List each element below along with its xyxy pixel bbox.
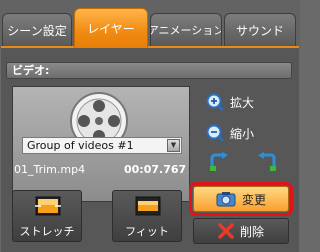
stretch-label: ストレッチ (19, 225, 75, 238)
video-preview[interactable]: Group of videos #1 ▼ (12, 86, 190, 202)
zoom-in-button[interactable]: 拡大 (206, 91, 254, 113)
video-group-value: Group of videos #1 (27, 139, 134, 152)
stretch-icon (35, 196, 61, 216)
delete-button[interactable]: 削除 (193, 218, 289, 244)
tab-bar: シーン設定 レイヤー アニメーション サウンド (0, 0, 300, 48)
change-button[interactable]: 変更 (189, 182, 293, 216)
fit-icon (135, 196, 161, 216)
tab-layer[interactable]: レイヤー (74, 8, 148, 48)
tab-scene-settings[interactable]: シーン設定 (2, 13, 72, 46)
change-label: 変更 (241, 192, 266, 207)
zoom-out-label: 縮小 (230, 126, 255, 141)
video-group-select[interactable]: Group of videos #1 ▼ (22, 137, 182, 154)
video-duration: 00:07.767 (124, 163, 187, 176)
zoom-in-label: 拡大 (230, 95, 255, 110)
zoom-out-button[interactable]: 縮小 (206, 122, 254, 144)
tab-sound[interactable]: サウンド (224, 13, 296, 46)
fit-button[interactable]: フィット (112, 190, 182, 242)
camera-icon (216, 192, 236, 207)
zoom-out-icon (206, 124, 224, 142)
video-filename: 01_Trim.mp4 (14, 163, 86, 176)
tab-animation[interactable]: アニメーション (150, 13, 222, 46)
fit-label: フィット (125, 225, 169, 238)
rotate-right-button[interactable] (256, 152, 278, 172)
close-icon (218, 223, 234, 239)
delete-label: 削除 (239, 224, 264, 239)
video-section-header: ビデオ: (6, 62, 292, 79)
chevron-down-icon[interactable]: ▼ (167, 139, 180, 152)
rotate-left-button[interactable] (208, 152, 230, 172)
stretch-button[interactable]: ストレッチ (12, 190, 82, 242)
zoom-in-icon (206, 93, 224, 111)
